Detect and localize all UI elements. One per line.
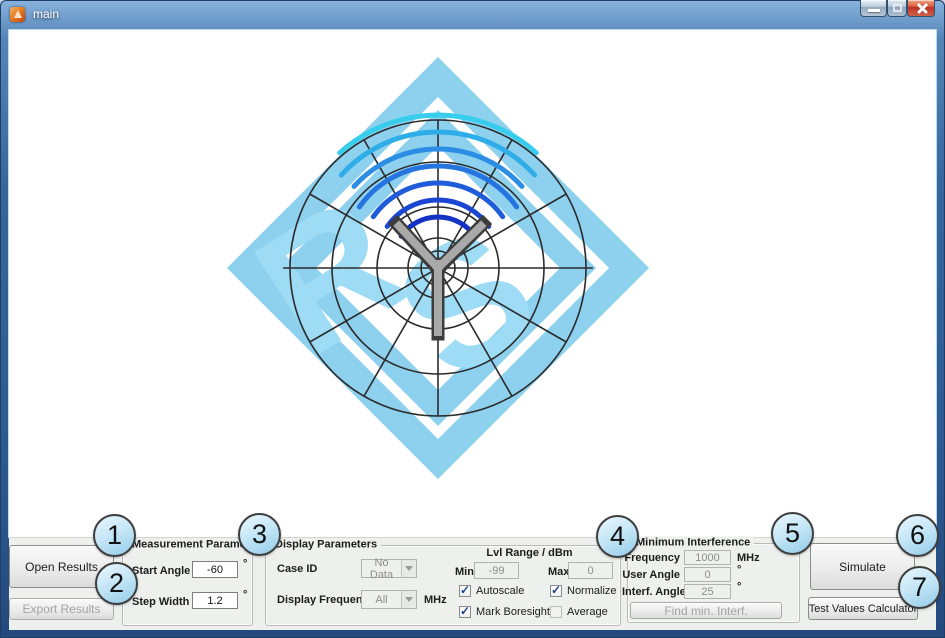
- app-icon: [10, 7, 25, 22]
- checkbox-box: ✓: [459, 585, 471, 597]
- autoscale-checkbox[interactable]: ✓ Autoscale: [459, 585, 524, 597]
- title-bar: main: [0, 0, 945, 30]
- app-window: main R S: [0, 0, 945, 638]
- case-id-dropdown[interactable]: No Data: [361, 559, 417, 578]
- callout-5: 5: [771, 512, 814, 555]
- maximize-icon: [893, 4, 902, 12]
- step-width-input[interactable]: 1.2: [192, 592, 238, 609]
- interference-frequency-input[interactable]: 1000: [684, 550, 731, 565]
- user-angle-label: User Angle: [622, 569, 680, 581]
- user-angle-input[interactable]: 0: [684, 567, 731, 582]
- display-frequency-unit: MHz: [424, 594, 447, 606]
- mark-boresight-checkbox[interactable]: ✓ Mark Boresight: [459, 606, 550, 618]
- step-width-unit: °: [243, 589, 247, 601]
- average-checkbox[interactable]: Average: [550, 606, 608, 618]
- callout-4: 4: [596, 515, 639, 558]
- export-results-button[interactable]: Export Results: [9, 598, 114, 620]
- minimize-icon: [868, 9, 880, 12]
- interf-angle-input[interactable]: 25: [684, 584, 731, 599]
- start-angle-label: Start Angle: [132, 565, 190, 577]
- max-label: Max: [548, 566, 569, 578]
- callout-1: 1: [93, 514, 136, 557]
- interference-frequency-unit: MHz: [737, 552, 760, 564]
- window-title: main: [33, 7, 59, 21]
- case-id-value: No Data: [362, 557, 401, 581]
- start-angle-unit: °: [243, 558, 247, 570]
- user-angle-unit: °: [737, 564, 741, 576]
- chevron-down-icon: [401, 560, 416, 577]
- display-frequency-dropdown[interactable]: All: [361, 590, 417, 609]
- callout-3: 3: [238, 513, 281, 556]
- step-width-label: Step Width: [132, 596, 189, 608]
- interf-angle-label: Interf. Angle: [622, 586, 680, 598]
- check-icon: ✓: [551, 585, 561, 595]
- lvl-range-title: Lvl Range / dBm: [462, 547, 597, 559]
- interference-frequency-label: Frequency: [622, 552, 680, 564]
- minimize-button[interactable]: [860, 0, 887, 17]
- max-input[interactable]: 0: [568, 562, 613, 579]
- display-frequency-value: All: [362, 594, 401, 606]
- normalize-checkbox[interactable]: ✓ Normalize: [550, 585, 617, 597]
- maximize-button[interactable]: [887, 0, 907, 17]
- chevron-down-icon: [401, 591, 416, 608]
- start-angle-input[interactable]: -60: [192, 561, 238, 578]
- interf-angle-unit: °: [737, 581, 741, 593]
- callout-7: 7: [898, 566, 941, 609]
- callout-6: 6: [896, 514, 939, 557]
- checkbox-box: ✓: [459, 606, 471, 618]
- min-label: Min: [455, 566, 474, 578]
- display-parameters-title: Display Parameters: [271, 538, 381, 550]
- check-icon: ✓: [460, 606, 470, 616]
- measurement-parameters-group: [122, 545, 253, 626]
- case-id-label: Case ID: [277, 563, 317, 575]
- close-button[interactable]: [907, 0, 935, 17]
- checkbox-box: [550, 606, 562, 618]
- find-min-interf-button[interactable]: Find min. Interf.: [630, 602, 782, 619]
- minimum-interference-title: Minimum Interference: [632, 536, 754, 548]
- antenna-logo: R S: [210, 40, 666, 496]
- callout-2: 2: [95, 562, 138, 605]
- min-input[interactable]: -99: [474, 562, 519, 579]
- checkbox-box: ✓: [550, 585, 562, 597]
- check-icon: ✓: [460, 585, 470, 595]
